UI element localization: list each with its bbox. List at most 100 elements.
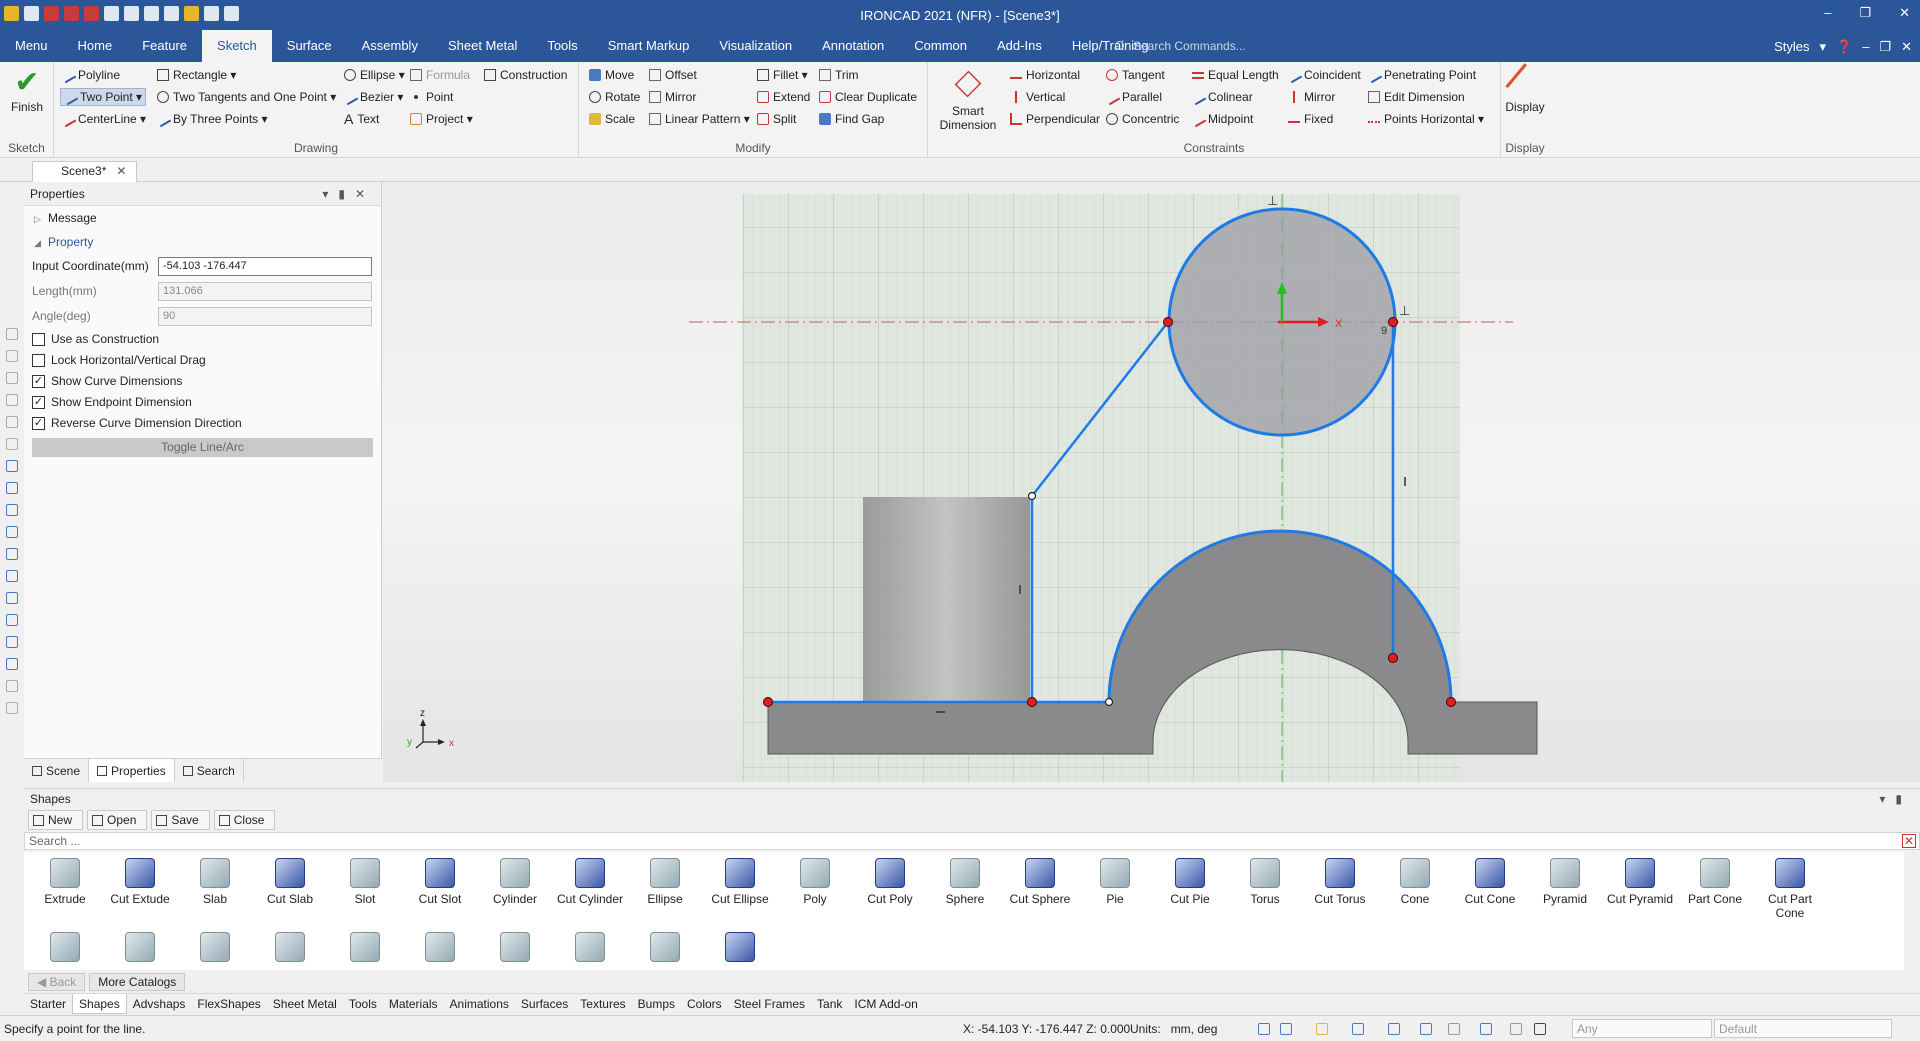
shape-item[interactable] <box>103 930 177 966</box>
shape-sphere[interactable]: Sphere <box>928 856 1002 906</box>
back-button[interactable]: ◀ Back <box>28 973 86 991</box>
catalog-tab-sheet-metal[interactable]: Sheet Metal <box>267 994 343 1014</box>
points-horizontal-button[interactable]: Points Horizontal ▾ <box>1368 110 1484 128</box>
restore-icon[interactable]: ❐ <box>1879 39 1891 55</box>
checkbox-box[interactable]: ✓ <box>32 375 45 388</box>
checkbox-box[interactable] <box>32 333 45 346</box>
shape-item[interactable] <box>253 930 327 966</box>
shape-pie[interactable]: Pie <box>1078 856 1152 906</box>
snap-icon[interactable] <box>1388 1023 1400 1035</box>
penetrating-point-button[interactable]: Penetrating Point <box>1365 66 1476 84</box>
checkbox-box[interactable]: ✓ <box>32 396 45 409</box>
project-button[interactable]: Project ▾ <box>410 110 473 128</box>
block-solid[interactable] <box>863 497 1030 709</box>
box-icon[interactable] <box>6 482 18 494</box>
length-field[interactable]: 131.066 <box>158 282 372 301</box>
measure-icon[interactable] <box>1510 1023 1522 1035</box>
sketch-endpoint[interactable] <box>1027 491 1037 501</box>
tab-sketch[interactable]: Sketch <box>202 30 272 62</box>
shape-cut-slot[interactable]: Cut Slot <box>403 856 477 906</box>
shape-cut-pyramid[interactable]: Cut Pyramid <box>1603 856 1677 906</box>
help-icon[interactable]: ❓ <box>1836 39 1852 55</box>
shape-item[interactable] <box>328 930 402 966</box>
tab-scene[interactable]: Scene <box>24 759 90 782</box>
tool-icon[interactable] <box>6 702 18 714</box>
units-indicator[interactable]: Units: mm, deg <box>1130 1022 1217 1036</box>
catalog-tab-flexshapes[interactable]: FlexShapes <box>191 994 266 1014</box>
shape-cone[interactable]: Cone <box>1378 856 1452 906</box>
shape-item[interactable] <box>703 930 777 966</box>
fixed-button[interactable]: Fixed <box>1288 110 1333 128</box>
tab-add-ins[interactable]: Add-Ins <box>982 30 1057 62</box>
catalog-save-button[interactable]: Save <box>151 810 210 830</box>
split-button[interactable]: Split <box>757 110 796 128</box>
two-point-button[interactable]: Two Point ▾ <box>60 88 147 106</box>
tab-common[interactable]: Common <box>899 30 982 62</box>
sketch-endpoint[interactable] <box>763 697 773 707</box>
box-icon[interactable] <box>6 526 18 538</box>
catalog-tab-colors[interactable]: Colors <box>681 994 728 1014</box>
text-button[interactable]: A Text <box>344 110 379 128</box>
box-icon[interactable] <box>6 504 18 516</box>
input-coordinate-field[interactable]: -54.103 -176.447 <box>158 257 372 276</box>
rotate-button[interactable]: Rotate <box>589 88 640 106</box>
horizontal-button[interactable]: Horizontal <box>1010 66 1080 84</box>
edit-dimension-button[interactable]: Edit Dimension <box>1368 88 1465 106</box>
centerline-button[interactable]: CenterLine ▾ <box>59 110 146 128</box>
style-select[interactable]: Default <box>1714 1019 1892 1038</box>
sketch-endpoint[interactable] <box>1388 317 1398 327</box>
shape-ellipse[interactable]: Ellipse <box>628 856 702 906</box>
tab-surface[interactable]: Surface <box>272 30 347 62</box>
tool-icon[interactable] <box>6 438 18 450</box>
catalog-tab-tank[interactable]: Tank <box>811 994 848 1014</box>
point-button[interactable]: Point <box>410 88 453 106</box>
tool-icon[interactable] <box>6 372 18 384</box>
view-icon[interactable] <box>1316 1023 1328 1035</box>
box-icon[interactable] <box>6 570 18 582</box>
tab-search[interactable]: Search <box>175 759 244 782</box>
two-tangents-button[interactable]: Two Tangents and One Point ▾ <box>157 88 336 106</box>
rectangle-button[interactable]: Rectangle ▾ <box>157 66 236 84</box>
polyline-button[interactable]: Polyline <box>59 66 120 84</box>
styles-menu[interactable]: Styles <box>1774 39 1809 55</box>
tab-smart-markup[interactable]: Smart Markup <box>593 30 705 62</box>
tool-icon[interactable] <box>6 680 18 692</box>
display-button[interactable]: Display <box>1503 63 1547 114</box>
checkbox-show-endpoint-dimension[interactable]: ✓ Show Endpoint Dimension <box>24 392 381 413</box>
tool-icon[interactable] <box>6 416 18 428</box>
panel-controls[interactable]: ▾▮✕ <box>322 182 375 206</box>
command-search[interactable]: Search Commands... <box>1115 39 1355 53</box>
formula-button[interactable]: Formula <box>410 66 470 84</box>
tab-assembly[interactable]: Assembly <box>347 30 433 62</box>
shape-slot[interactable]: Slot <box>328 856 402 906</box>
box-icon[interactable] <box>6 614 18 626</box>
ellipse-button[interactable]: Ellipse ▾ <box>344 66 405 84</box>
midpoint-button[interactable]: Midpoint <box>1189 110 1253 128</box>
checkbox-box[interactable]: ✓ <box>32 417 45 430</box>
box-icon[interactable] <box>6 460 18 472</box>
by-three-points-button[interactable]: By Three Points ▾ <box>154 110 268 128</box>
catalog-tab-bumps[interactable]: Bumps <box>632 994 681 1014</box>
render-icon[interactable] <box>1352 1023 1364 1035</box>
tab-tools[interactable]: Tools <box>532 30 592 62</box>
vertical-button[interactable]: Vertical <box>1010 88 1065 106</box>
catalog-tab-surfaces[interactable]: Surfaces <box>515 994 574 1014</box>
zoom-out-icon[interactable] <box>1280 1023 1292 1035</box>
smart-dimension-button[interactable]: Smart Dimension <box>932 66 1004 132</box>
selection-icon[interactable] <box>1448 1023 1460 1035</box>
tab-scene3[interactable]: Scene3* ✕ <box>32 161 138 182</box>
toggle-line-arc-button[interactable]: Toggle Line/Arc <box>32 438 373 457</box>
checkbox-lock-horizontal-vertical-drag[interactable]: Lock Horizontal/Vertical Drag <box>24 350 381 371</box>
sketch-endpoint[interactable] <box>1027 697 1037 707</box>
catalog-tab-icm-add-on[interactable]: ICM Add-on <box>848 994 923 1014</box>
minimize-icon[interactable]: – <box>1824 5 1831 21</box>
shape-cut-cylinder[interactable]: Cut Cylinder <box>553 856 627 906</box>
shape-cut-part-cone[interactable]: Cut Part Cone <box>1753 856 1827 920</box>
shape-cut-poly[interactable]: Cut Poly <box>853 856 927 906</box>
tool-icon[interactable] <box>6 350 18 362</box>
shape-cut-torus[interactable]: Cut Torus <box>1303 856 1377 906</box>
shape-pyramid[interactable]: Pyramid <box>1528 856 1602 906</box>
catalog-tab-materials[interactable]: Materials <box>383 994 444 1014</box>
sketch-endpoint[interactable] <box>1388 653 1398 663</box>
clear-search-icon[interactable]: ✕ <box>1902 834 1916 848</box>
